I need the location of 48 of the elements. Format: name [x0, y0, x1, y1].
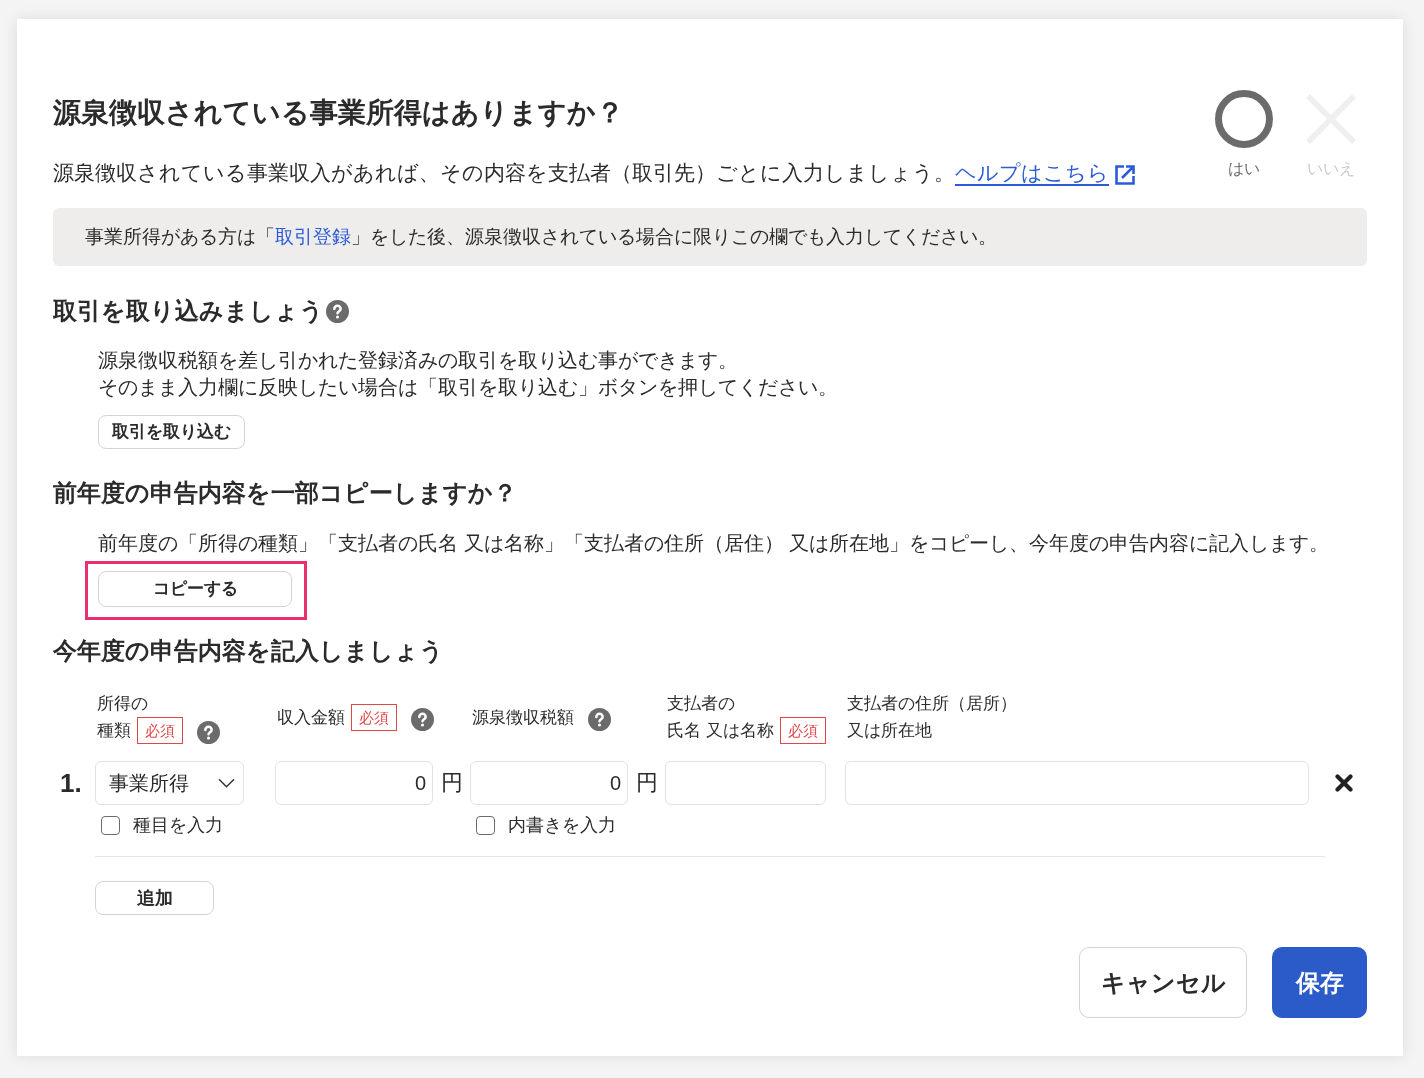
import-button[interactable]: 取引を取り込む	[98, 415, 245, 449]
help-icon[interactable]	[197, 721, 220, 744]
checkbox-label: 内書きを入力	[508, 814, 616, 836]
column-header: 種類	[97, 720, 131, 742]
dialog-title: 源泉徴収されている事業所得はありますか？	[53, 96, 625, 130]
column-header: 収入金額	[277, 706, 345, 729]
amount-input[interactable]: 0	[470, 761, 628, 805]
column-header: 支払者の	[667, 693, 735, 715]
text-input[interactable]	[665, 761, 826, 805]
close-icon[interactable]	[1335, 774, 1353, 792]
help-icon[interactable]	[411, 707, 434, 731]
body-text: 前年度の「所得の種類」「支払者の氏名 又は名称」「支払者の住所（居住） 又は所在地」をコピーし、今年度の申告内容に記入します。	[97, 531, 1331, 556]
section-title: 今年度の申告内容を記入しましょう	[53, 636, 445, 666]
checkbox-label: 種目を入力	[133, 814, 223, 836]
external-link-icon	[1113, 163, 1137, 187]
circle-icon	[1215, 90, 1273, 148]
column-header: 源泉徴収税額	[472, 706, 574, 729]
column-header: 氏名 又は名称	[667, 720, 774, 742]
required-badge: 必須	[779, 717, 826, 744]
unit-label: 円	[636, 769, 658, 797]
required-badge: 必須	[351, 703, 397, 731]
text-input[interactable]	[845, 761, 1309, 805]
chevron-down-icon	[218, 778, 235, 788]
checkbox[interactable]	[101, 815, 120, 835]
help-icon[interactable]	[588, 707, 611, 731]
description-text: 源泉徴収されている事業収入があれば、その内容を支払者（取引先）ごとに入力しましょう。ヘルプはこちら	[53, 159, 1137, 187]
income-type-dropdown[interactable]: 事業所得	[95, 761, 244, 805]
unit-label: 円	[441, 769, 463, 797]
help-icon[interactable]	[326, 299, 349, 323]
help-link[interactable]: ヘルプはこちら	[955, 159, 1137, 187]
required-badge: 必須	[137, 717, 183, 744]
add-button[interactable]: 追加	[95, 881, 214, 915]
body-text: 源泉徴収税額を差し引かれた登録済みの取引を取り込む事ができます。	[98, 348, 739, 373]
column-header: 又は所在地	[847, 720, 932, 742]
save-button[interactable]: 保存	[1272, 947, 1367, 1018]
cancel-button[interactable]: キャンセル	[1079, 947, 1247, 1018]
copy-button[interactable]: コピーする	[98, 571, 292, 607]
amount-input[interactable]: 0	[275, 761, 433, 805]
row-number: 1.	[60, 768, 82, 798]
body-text: そのまま入力欄に反映したい場合は「取引を取り込む」ボタンを押してください。	[98, 375, 839, 400]
checkbox[interactable]	[476, 815, 495, 835]
column-header: 所得の	[97, 693, 148, 715]
column-header: 支払者の住所（居所）	[847, 693, 1017, 715]
section-title: 取引を取り込みましょう	[53, 296, 324, 326]
section-title: 前年度の申告内容を一部コピーしますか？	[53, 478, 518, 508]
answer-option[interactable]: はい	[1215, 90, 1273, 180]
notice-text: 事業所得がある方は「取引登録」をした後、源泉徴収されている場合に限りこの欄でも入力してください。	[85, 225, 997, 249]
registration-link[interactable]: 取引登録	[275, 226, 351, 247]
